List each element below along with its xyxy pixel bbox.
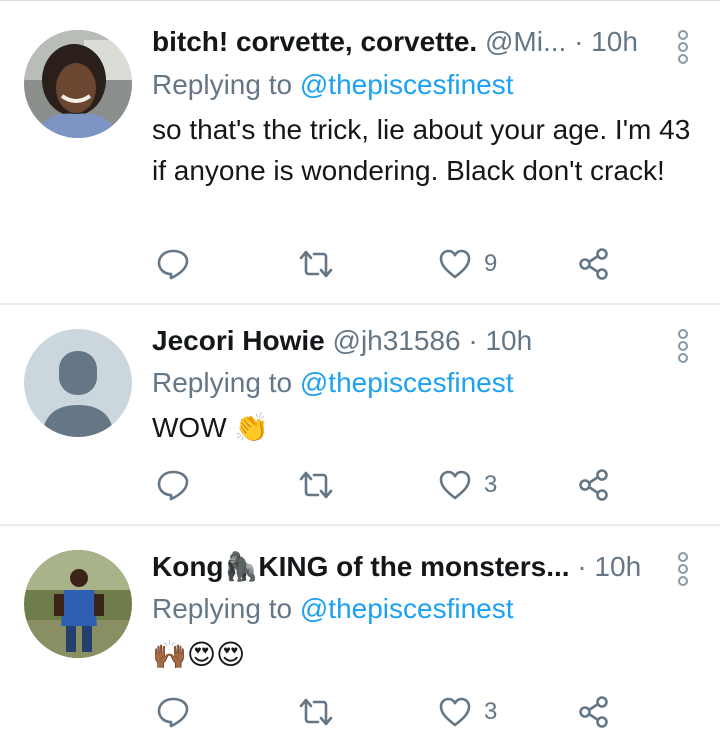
reply-icon <box>157 697 189 728</box>
tweet-text: WOW 👏 <box>152 412 270 443</box>
tweet-actions: 3 <box>152 692 632 732</box>
share-button[interactable] <box>578 244 610 284</box>
tweet-1[interactable]: bitch! corvette, corvette. @Mi... · 10h … <box>0 0 720 303</box>
share-icon <box>579 469 608 501</box>
like-button[interactable]: 9 <box>438 244 497 284</box>
like-button[interactable]: 3 <box>438 692 497 732</box>
more-vertical-icon[interactable] <box>678 329 688 365</box>
retweet-icon <box>299 698 333 726</box>
reply-button[interactable] <box>156 244 190 284</box>
heart-icon <box>439 470 471 500</box>
reply-icon <box>157 470 189 501</box>
display-name[interactable]: Kong🦍KING of the monsters... <box>152 551 570 582</box>
user-handle[interactable]: @jh31586 <box>333 325 461 356</box>
default-profile-icon <box>24 329 132 437</box>
user-handle[interactable]: @Mi... <box>485 26 566 57</box>
replying-to-handle[interactable]: @thepiscesfinest <box>300 593 514 624</box>
retweet-button[interactable] <box>298 692 334 732</box>
display-name[interactable]: Jecori Howie <box>152 325 325 356</box>
avatar-3[interactable] <box>24 550 132 658</box>
like-button[interactable]: 3 <box>438 465 497 505</box>
heart-icon <box>439 697 471 727</box>
like-count: 9 <box>484 250 498 277</box>
reply-icon <box>157 249 189 280</box>
timestamp[interactable]: · 10h <box>468 325 532 356</box>
avatar-1[interactable] <box>24 30 132 138</box>
tweet-actions: 3 <box>152 465 632 505</box>
retweet-button[interactable] <box>298 465 334 505</box>
retweet-button[interactable] <box>298 244 334 284</box>
replying-to-handle[interactable]: @thepiscesfinest <box>300 367 514 398</box>
timestamp[interactable]: · 10h <box>577 551 641 582</box>
replying-to-label: Replying to <box>152 593 300 624</box>
avatar-photo-1 <box>24 30 132 138</box>
tweet-header-1: bitch! corvette, corvette. @Mi... · 10h <box>152 25 668 59</box>
tweet-header-3: Kong🦍KING of the monsters... · 10h <box>152 550 668 584</box>
tweet-header-2: Jecori Howie @jh31586 · 10h <box>152 324 668 358</box>
tweet-text: 🙌🏾😍😍 <box>152 639 246 670</box>
tweet-text: so that's the trick, lie about your age.… <box>152 114 691 186</box>
share-button[interactable] <box>578 465 610 505</box>
retweet-icon <box>299 250 333 278</box>
tweet-actions: 9 <box>152 244 632 284</box>
timestamp[interactable]: · 10h <box>574 26 638 57</box>
share-button[interactable] <box>578 692 610 732</box>
more-vertical-icon[interactable] <box>678 552 688 588</box>
display-name[interactable]: bitch! corvette, corvette. <box>152 26 477 57</box>
retweet-icon <box>299 471 333 499</box>
replying-to: Replying to @thepiscesfinest <box>152 592 514 626</box>
replying-to-label: Replying to <box>152 367 300 398</box>
replying-to: Replying to @thepiscesfinest <box>152 68 514 102</box>
like-count: 3 <box>484 471 498 498</box>
tweet-2[interactable]: Jecori Howie @jh31586 · 10h Replying to … <box>0 305 720 525</box>
heart-icon <box>439 249 471 279</box>
reply-button[interactable] <box>156 465 190 505</box>
share-icon <box>579 696 608 728</box>
share-icon <box>579 248 608 280</box>
more-vertical-icon[interactable] <box>678 30 688 66</box>
avatar-2[interactable] <box>24 329 132 437</box>
reply-button[interactable] <box>156 692 190 732</box>
tweet-3[interactable]: Kong🦍KING of the monsters... · 10h Reply… <box>0 526 720 751</box>
avatar-photo-3 <box>24 550 132 658</box>
replying-to: Replying to @thepiscesfinest <box>152 366 514 400</box>
like-count: 3 <box>484 698 498 725</box>
replying-to-handle[interactable]: @thepiscesfinest <box>300 69 514 100</box>
replying-to-label: Replying to <box>152 69 300 100</box>
